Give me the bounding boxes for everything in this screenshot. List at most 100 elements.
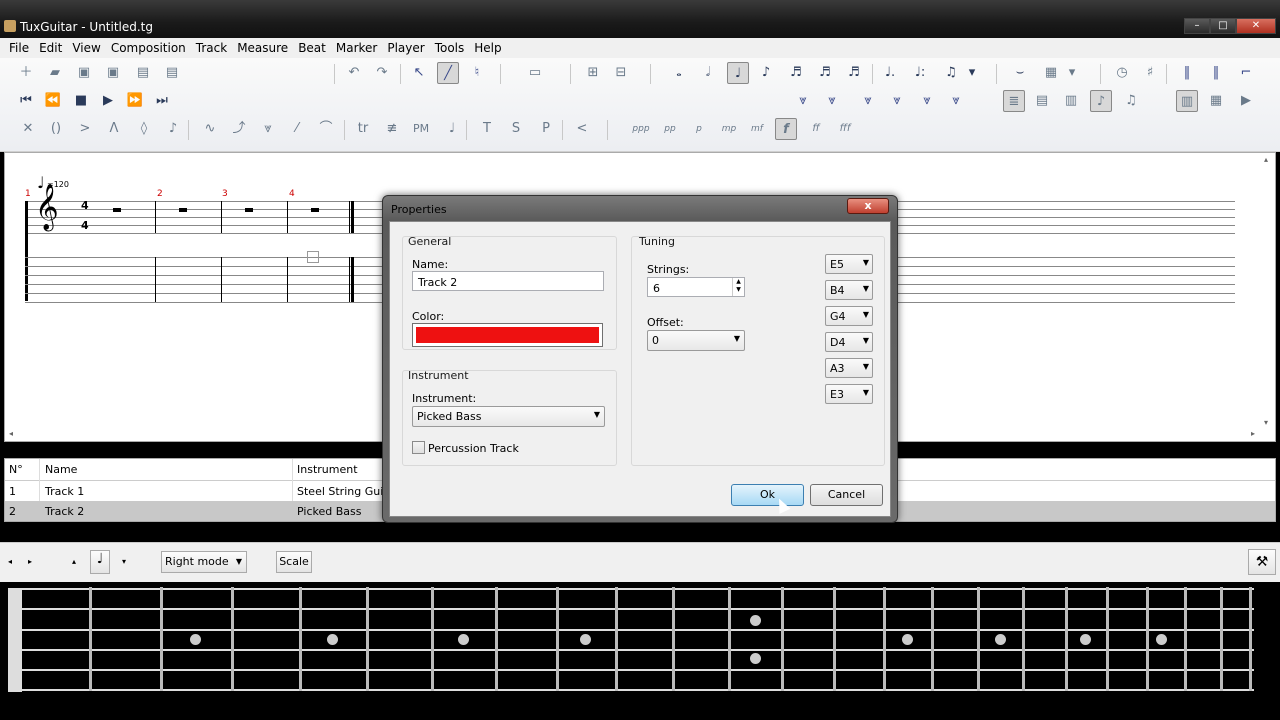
palm-mute-icon[interactable]: PM xyxy=(410,118,432,140)
velocity-icon[interactable]: ⩔ xyxy=(821,90,843,112)
stroke-icon[interactable]: ⩔ xyxy=(857,90,879,112)
tremolo-picking-icon[interactable]: ≢ xyxy=(381,118,403,140)
tremolo-bar-icon[interactable]: ⩔ xyxy=(257,118,279,140)
tuning-string-4[interactable]: D4 ▼ xyxy=(825,332,873,352)
dynamic-mf[interactable]: mf xyxy=(746,118,768,140)
accent-icon[interactable]: > xyxy=(74,118,96,140)
tab-view-icon[interactable]: ≣ xyxy=(1003,90,1025,112)
tuning-string-1[interactable]: E5 ▼ xyxy=(825,254,873,274)
minimize-button[interactable]: – xyxy=(1184,18,1210,34)
alternative-ending-icon[interactable]: ⌐ xyxy=(1235,62,1257,84)
new-file-icon[interactable]: ＋ xyxy=(15,62,37,84)
note-duration-button[interactable]: ♩ xyxy=(90,550,110,574)
select-icon[interactable]: ↖ xyxy=(408,62,430,84)
redo-icon[interactable]: ↷ xyxy=(371,62,393,84)
header-instrument[interactable]: Instrument xyxy=(297,463,358,476)
multitrack-view-icon[interactable]: ▥ xyxy=(1060,90,1082,112)
print-icon[interactable]: ▤ xyxy=(132,62,154,84)
bend-icon[interactable]: ⤴ xyxy=(228,118,250,140)
scroll-left-icon[interactable]: ◂ xyxy=(8,557,12,566)
menu-file[interactable]: File xyxy=(4,41,34,55)
vibrato-icon[interactable]: ∿ xyxy=(199,118,221,140)
slapping-icon[interactable]: S xyxy=(505,118,527,140)
scroll-right-icon[interactable]: ▸ xyxy=(28,557,32,566)
grace-note-icon[interactable]: ♪ xyxy=(162,118,184,140)
tempo-icon[interactable]: ◷ xyxy=(1111,62,1133,84)
measure-icon[interactable]: ▭ xyxy=(524,62,546,84)
trill-icon[interactable]: tr xyxy=(352,118,374,140)
next-measure-icon[interactable]: ⏩ xyxy=(124,90,146,112)
dynamic-fff[interactable]: fff xyxy=(834,118,856,140)
header-name[interactable]: Name xyxy=(45,463,77,476)
menu-view[interactable]: View xyxy=(67,41,105,55)
chord-dropdown-icon[interactable]: ▾ xyxy=(1061,62,1083,84)
sixteenth-note-icon[interactable]: ♬ xyxy=(785,62,807,84)
menu-beat[interactable]: Beat xyxy=(293,41,331,55)
remove-measure-icon[interactable]: ⊟ xyxy=(610,62,632,84)
octave-up-icon[interactable]: ▴ xyxy=(72,557,76,566)
dynamic-f[interactable]: f xyxy=(775,118,797,140)
hammer-on-icon[interactable]: ⌒ xyxy=(315,118,337,140)
mode-select[interactable]: Right mode ▼ xyxy=(161,551,247,573)
close-button[interactable]: ✕ xyxy=(1236,18,1276,34)
note-view-icon[interactable]: ♪ xyxy=(1090,90,1112,112)
menu-composition[interactable]: Composition xyxy=(106,41,191,55)
menu-marker[interactable]: Marker xyxy=(331,41,382,55)
header-number[interactable]: N° xyxy=(9,463,23,476)
velocity-icon[interactable]: ⩔ xyxy=(792,90,814,112)
half-note-icon[interactable]: 𝅗𝅥 xyxy=(697,62,719,84)
offset-select[interactable]: 0 ▼ xyxy=(647,330,745,351)
open-file-icon[interactable]: ▰ xyxy=(44,62,66,84)
dynamic-mp[interactable]: mp xyxy=(718,118,740,140)
add-measure-icon[interactable]: ⊞ xyxy=(582,62,604,84)
octave-down-icon[interactable]: ▾ xyxy=(122,557,126,566)
percussion-checkbox[interactable] xyxy=(412,441,425,454)
tool-icon[interactable]: ⚒ xyxy=(1248,549,1276,575)
menu-edit[interactable]: Edit xyxy=(34,41,67,55)
ok-button[interactable]: Ok xyxy=(731,484,804,506)
quarter-note-icon[interactable]: ♩ xyxy=(727,62,749,84)
scale-button[interactable]: Scale xyxy=(276,551,312,573)
double-dotted-icon[interactable]: ♩: xyxy=(909,62,931,84)
whole-note-icon[interactable]: 𝅝 xyxy=(668,62,690,84)
tuning-string-2[interactable]: B4 ▼ xyxy=(825,280,873,300)
edit-mode-icon[interactable]: ╱ xyxy=(437,62,459,84)
harmonic-icon[interactable]: ◊ xyxy=(133,118,155,140)
score-view-icon[interactable]: ▤ xyxy=(1031,90,1053,112)
piano-view-icon[interactable]: ♫ xyxy=(1120,90,1142,112)
print-preview-icon[interactable]: ▤ xyxy=(161,62,183,84)
dynamic-ppp[interactable]: ppp xyxy=(630,118,652,140)
popping-icon[interactable]: P xyxy=(535,118,557,140)
dynamic-ff[interactable]: ff xyxy=(805,118,827,140)
thirty-second-note-icon[interactable]: ♬ xyxy=(814,62,836,84)
staccato-icon[interactable]: ♩ xyxy=(441,118,463,140)
tapping-icon[interactable]: T xyxy=(476,118,498,140)
stroke-icon[interactable]: ⩔ xyxy=(886,90,908,112)
strings-spinner[interactable]: 6 xyxy=(647,277,745,297)
vertical-scrollbar[interactable]: ▴ ▾ xyxy=(1261,153,1275,429)
tuning-string-5[interactable]: A3 ▼ xyxy=(825,358,873,378)
play-icon[interactable]: ▶ xyxy=(97,90,119,112)
mixer-icon[interactable]: ▦ xyxy=(1205,90,1227,112)
spinner-arrows-icon[interactable]: ▲ ▼ xyxy=(732,278,744,296)
key-signature-icon[interactable]: ♯ xyxy=(1139,62,1161,84)
eighth-note-icon[interactable]: ♪ xyxy=(755,62,777,84)
menu-help[interactable]: Help xyxy=(469,41,506,55)
undo-icon[interactable]: ↶ xyxy=(343,62,365,84)
fade-in-icon[interactable]: < xyxy=(571,118,593,140)
last-measure-icon[interactable]: ⏭ xyxy=(151,90,173,112)
tuplet-dropdown-icon[interactable]: ▾ xyxy=(961,62,983,84)
menu-track[interactable]: Track xyxy=(191,41,232,55)
dynamic-pp[interactable]: pp xyxy=(659,118,681,140)
cancel-button[interactable]: Cancel xyxy=(810,484,883,506)
fretboard[interactable] xyxy=(0,582,1280,720)
tuplet-icon[interactable]: ♫ xyxy=(940,62,962,84)
tied-note-icon[interactable]: ⌣ xyxy=(1009,62,1031,84)
first-measure-icon[interactable]: ⏮ xyxy=(15,90,37,112)
menu-tools[interactable]: Tools xyxy=(430,41,470,55)
stop-icon[interactable]: ■ xyxy=(70,90,92,112)
heavy-accent-icon[interactable]: Λ xyxy=(103,118,125,140)
save-icon[interactable]: ▣ xyxy=(73,62,95,84)
menu-player[interactable]: Player xyxy=(382,41,429,55)
sixty-fourth-note-icon[interactable]: ♬ xyxy=(843,62,865,84)
